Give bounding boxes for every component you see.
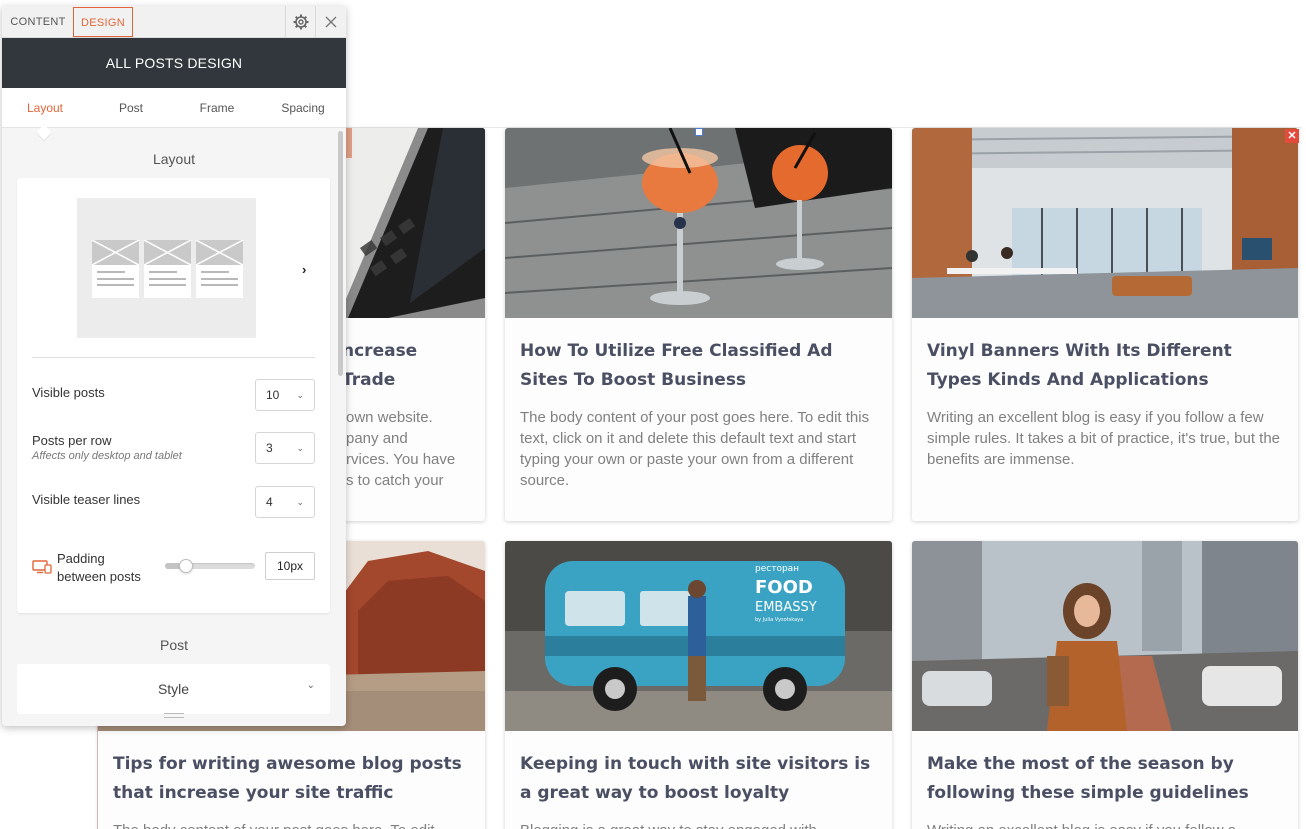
- post-title-1[interactable]: ncrease Trade: [342, 337, 470, 395]
- post-excerpt-2: The body content of your post goes here.…: [520, 409, 870, 489]
- subtab-post[interactable]: Post: [88, 88, 174, 128]
- post-title-3[interactable]: Vinyl Banners With Its Different Types K…: [927, 337, 1283, 395]
- post-title-6[interactable]: Make the most of the season by following…: [927, 750, 1283, 808]
- tab-content[interactable]: CONTENT: [6, 7, 70, 37]
- page-canvas: { "panel": { "top_tabs": { "content": "C…: [0, 0, 1306, 829]
- chevron-down-icon: ⌄: [306, 680, 315, 691]
- layout-preview-card-3: [196, 240, 243, 298]
- padding-input[interactable]: 10px: [265, 552, 315, 580]
- post-excerpt-6: Writing an excellent blog is easy if you…: [927, 820, 1283, 829]
- layout-divider: [32, 357, 315, 358]
- posts-per-row-hint: Affects only desktop and tablet: [32, 450, 182, 462]
- style-accordion[interactable]: Style ⌄: [17, 664, 330, 714]
- post-section-heading: Post: [159, 637, 188, 653]
- design-sub-tabs: Layout Post Frame Spacing: [2, 88, 346, 128]
- teaser-lines-select[interactable]: 4 ⌄: [255, 486, 315, 518]
- close-icon[interactable]: [315, 6, 345, 38]
- desktop-tablet-icon: [32, 560, 52, 574]
- layout-preview-card-2: [144, 240, 191, 298]
- chevron-down-icon: ⌄: [296, 497, 304, 507]
- padding-slider[interactable]: [165, 559, 255, 573]
- teaser-lines-value: 4: [266, 495, 273, 509]
- panel-scrollbar[interactable]: [338, 131, 343, 376]
- layout-preview[interactable]: [77, 198, 256, 338]
- subtab-frame[interactable]: Frame: [174, 88, 260, 128]
- van-text-restaurant: ресторан: [755, 564, 799, 574]
- van-text-embassy: EMBASSY: [755, 600, 817, 615]
- visible-posts-select[interactable]: 10 ⌄: [255, 379, 315, 411]
- post-title-2[interactable]: How To Utilize Free Classified Ad Sites …: [520, 337, 877, 395]
- teaser-lines-label: Visible teaser lines: [32, 492, 141, 507]
- post-image-woman-city: [912, 541, 1298, 731]
- style-label: Style: [157, 681, 190, 697]
- post-image-food-van: ресторан FOOD EMBASSY by Julia Vysotskay…: [505, 541, 892, 731]
- visible-posts-value: 10: [266, 388, 280, 402]
- remove-element-button[interactable]: ✕: [1285, 129, 1299, 143]
- chevron-down-icon: ⌄: [296, 390, 304, 400]
- post-card-5[interactable]: ресторан FOOD EMBASSY by Julia Vysotskay…: [505, 541, 892, 829]
- posts-per-row-value: 3: [266, 441, 273, 455]
- post-image-cocktails: [505, 128, 892, 318]
- post-card-3[interactable]: Vinyl Banners With Its Different Types K…: [912, 128, 1298, 521]
- layout-preview-card-1: [92, 240, 139, 298]
- post-excerpt-5: Blogging is a great way to stay engaged …: [520, 820, 877, 829]
- van-text-food: FOOD: [755, 577, 813, 598]
- resize-handle[interactable]: [695, 128, 703, 136]
- subtab-layout[interactable]: Layout: [2, 88, 88, 128]
- subtab-spacing[interactable]: Spacing: [260, 88, 346, 128]
- gear-icon[interactable]: [285, 6, 315, 38]
- post-title-4[interactable]: Tips for writing awesome blog posts that…: [113, 750, 470, 808]
- post-title-5[interactable]: Keeping in touch with site visitors is a…: [520, 750, 877, 808]
- post-excerpt-4: The body content of your post goes here.…: [113, 820, 470, 829]
- chevron-down-icon: ⌄: [296, 443, 304, 453]
- design-panel: CONTENT DESIGN ALL POSTS DESIGN Layout P…: [2, 6, 346, 726]
- panel-title: ALL POSTS DESIGN: [2, 38, 346, 88]
- panel-top-bar: CONTENT DESIGN: [2, 6, 346, 38]
- posts-per-row-select[interactable]: 3 ⌄: [255, 432, 315, 464]
- layout-settings-box: › Visible posts 10 ⌄ Posts per row Affec…: [17, 178, 330, 613]
- van-text-byline: by Julia Vysotskaya: [755, 617, 803, 623]
- padding-label: Padding between posts: [57, 551, 141, 584]
- post-image-office: [912, 128, 1298, 318]
- panel-resize-grip[interactable]: [164, 713, 184, 718]
- padding-slider-knob[interactable]: [179, 559, 193, 573]
- posts-per-row-label: Posts per row: [32, 433, 112, 448]
- chevron-right-icon[interactable]: ›: [302, 262, 306, 277]
- post-card-2[interactable]: How To Utilize Free Classified Ad Sites …: [505, 128, 892, 521]
- visible-posts-label: Visible posts: [32, 385, 105, 400]
- layout-section-heading: Layout: [152, 151, 196, 167]
- post-excerpt-3: Writing an excellent blog is easy if you…: [927, 409, 1281, 468]
- post-card-6[interactable]: Make the most of the season by following…: [912, 541, 1298, 829]
- tab-design[interactable]: DESIGN: [73, 7, 133, 37]
- post-excerpt-1: own website. pany and rvices. You have s…: [346, 409, 456, 489]
